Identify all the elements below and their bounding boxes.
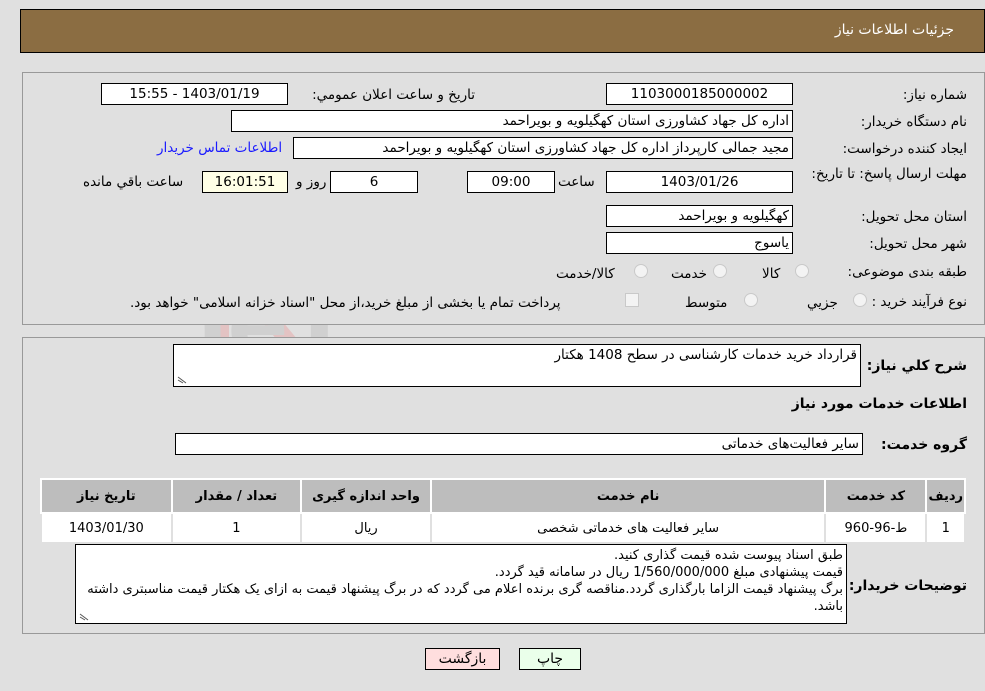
category-goods-label: کالا (762, 266, 781, 282)
services-table: ردیف کد خدمت نام خدمت واحد اندازه گیری ت… (40, 478, 966, 544)
city-field: یاسوج (606, 232, 793, 254)
remaining-label: ساعت باقي مانده (83, 174, 184, 190)
summary-textarea[interactable]: قرارداد خرید خدمات کارشناسی در سطح 1408 … (173, 344, 861, 387)
table-header-row: ردیف کد خدمت نام خدمت واحد اندازه گیری ت… (40, 478, 966, 514)
print-button[interactable]: چاپ (519, 648, 581, 670)
cell-service-code: ط-96-960 (824, 512, 928, 544)
cell-quantity: 1 (170, 512, 303, 544)
cell-unit: ریال (300, 512, 432, 544)
deadline-label: مهلت ارسال پاسخ: تا تاریخ: (811, 166, 967, 182)
category-service-radio[interactable] (713, 264, 727, 278)
creator-label: ایجاد کننده درخواست: (842, 141, 967, 157)
summary-text: قرارداد خرید خدمات کارشناسی در سطح 1408 … (554, 347, 857, 363)
buyer-org-label: نام دستگاه خریدار: (860, 114, 967, 130)
col-row-number: ردیف (925, 478, 966, 514)
col-unit: واحد اندازه گیری (300, 478, 432, 514)
back-button[interactable]: بازگشت (425, 648, 500, 670)
summary-label: شرح کلي نياز: (866, 358, 967, 374)
province-field: کهگیلویه و بویراحمد (606, 205, 793, 227)
category-service-label: خدمت (671, 266, 707, 282)
process-medium-label: متوسط (685, 295, 728, 311)
buyer-notes-line-2: قیمت پیشنهادی مبلغ 1/560/000/000 ریال در… (494, 565, 843, 580)
need-number-field: 1103000185000002 (606, 83, 793, 105)
cell-need-date: 1403/01/30 (40, 512, 173, 544)
resize-grip-icon[interactable] (177, 376, 187, 384)
announce-datetime-field: 1403/01/19 - 15:55 (101, 83, 288, 105)
col-service-code: کد خدمت (824, 478, 928, 514)
page-header: جزئیات اطلاعات نیاز (20, 9, 985, 53)
col-quantity: تعداد / مقدار (170, 478, 303, 514)
time-label: ساعت (558, 174, 595, 190)
buyer-notes-label: توضیحات خریدار: (848, 578, 967, 594)
category-label: طبقه بندی موضوعی: (847, 264, 967, 280)
treasury-note: پرداخت تمام یا بخشی از مبلغ خرید،از محل … (130, 295, 561, 311)
services-title: اطلاعات خدمات مورد نیاز (791, 396, 967, 412)
process-minor-radio[interactable] (853, 293, 867, 307)
province-label: استان محل تحویل: (861, 209, 967, 225)
city-label: شهر محل تحویل: (869, 236, 967, 252)
buyer-notes-line-3: برگ پیشنهاد قیمت الزاما بارگذاری گردد.من… (87, 582, 843, 614)
deadline-date-field: 1403/01/26 (606, 171, 793, 193)
creator-field: مجید جمالی کارپرداز اداره کل جهاد کشاورز… (293, 137, 793, 159)
deadline-time-field: 09:00 (467, 171, 555, 193)
process-medium-radio[interactable] (744, 293, 758, 307)
process-label: نوع فرآیند خرید : (871, 294, 967, 310)
days-label: روز و (296, 174, 327, 190)
category-goods-service-label: کالا/خدمت (556, 266, 615, 282)
cell-row-number: 1 (925, 512, 966, 544)
table-row: 1 ط-96-960 سایر فعالیت های خدماتی شخصی ر… (40, 512, 966, 544)
col-service-name: نام خدمت (429, 478, 827, 514)
buyer-org-field: اداره کل جهاد کشاورزی استان کهگیلویه و ب… (231, 110, 793, 132)
cell-service-name: سایر فعالیت های خدماتی شخصی (429, 512, 827, 544)
category-goods-radio[interactable] (795, 264, 809, 278)
remaining-time-field: 16:01:51 (202, 171, 288, 193)
announce-label: تاریخ و ساعت اعلان عمومي: (312, 87, 475, 103)
col-need-date: تاریخ نیاز (40, 478, 173, 514)
buyer-notes-textarea[interactable]: طبق اسناد پیوست شده قیمت گذاری کنید. قیم… (75, 544, 847, 624)
category-goods-service-radio[interactable] (634, 264, 648, 278)
resize-grip-icon[interactable] (79, 613, 89, 621)
page-title: جزئیات اطلاعات نیاز (834, 22, 954, 38)
buyer-notes-line-1: طبق اسناد پیوست شده قیمت گذاری کنید. (613, 548, 843, 563)
treasury-checkbox[interactable] (625, 293, 639, 307)
buyer-contact-link[interactable]: اطلاعات تماس خریدار (157, 140, 282, 156)
need-number-label: شماره نیاز: (902, 87, 967, 103)
days-remaining-field: 6 (330, 171, 418, 193)
process-minor-label: جزيي (807, 295, 838, 311)
service-group-label: گروه خدمت: (881, 437, 967, 453)
service-group-field: سایر فعالیت‌های خدماتی (175, 433, 863, 455)
